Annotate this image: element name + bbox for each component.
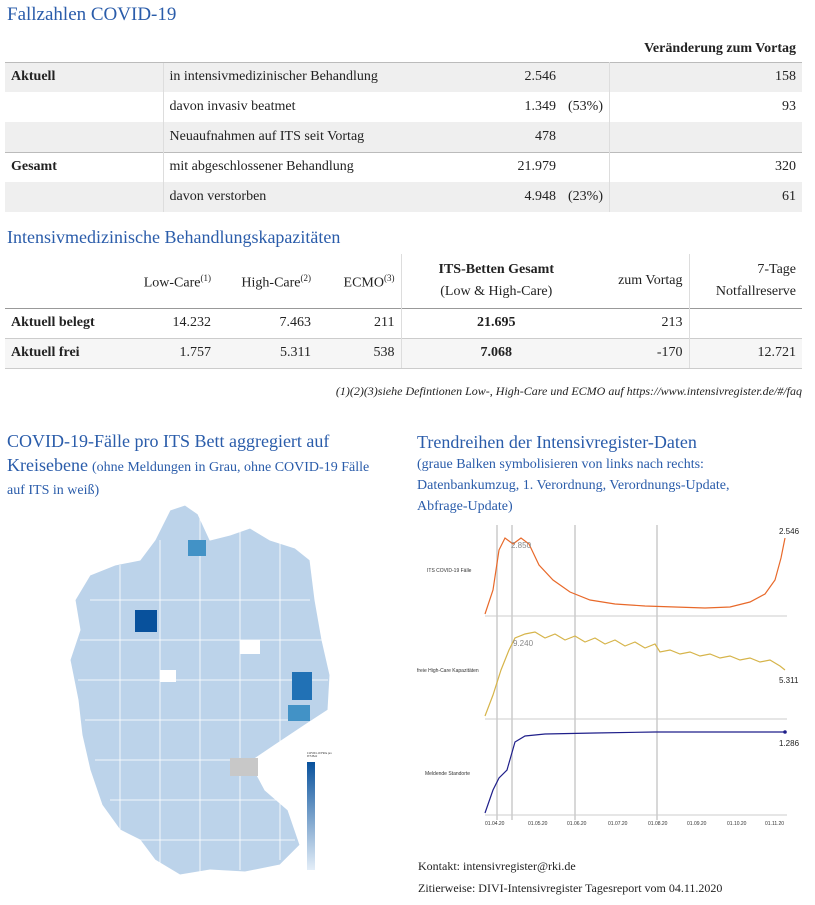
- gray-bars: [496, 525, 658, 820]
- row-group: Aktuell: [5, 61, 163, 92]
- x-tick-label: 01.05.20: [528, 821, 548, 827]
- row-group: [5, 92, 163, 122]
- header-its-total: ITS-Betten Gesamt: [438, 261, 555, 277]
- series-label: Meldende Standorte: [425, 771, 470, 777]
- row-value: 1.349: [524, 99, 557, 114]
- row-percent: [562, 151, 610, 182]
- x-tick-label: 01.07.20: [608, 821, 628, 827]
- trend-title-block: Trendreihen der Intensivregister-Daten (…: [417, 430, 777, 517]
- trend-subtitle: (graue Balken symbolisieren von links na…: [417, 457, 730, 514]
- line-reporting-sites: [484, 731, 785, 814]
- contact-block: Kontakt: intensivregister@rki.de Zitierw…: [418, 855, 722, 899]
- row-change: 61: [609, 182, 802, 212]
- case-numbers-table: Veränderung zum Vortag Aktuell in intens…: [5, 36, 802, 212]
- map-region-dark: [135, 610, 157, 632]
- row-change: [609, 122, 802, 152]
- trend-charts: ITS COVID-19 Fälle freie High-Care Kapaz…: [417, 525, 800, 827]
- germany-map: [69, 504, 331, 876]
- map-legend-bar: [307, 762, 315, 870]
- header-ecmo: ECMO: [343, 275, 384, 291]
- header-prev-day: zum Vortag: [618, 272, 683, 288]
- table-row: Aktuell in intensivmedizinischer Behandl…: [5, 61, 802, 92]
- row-description: mit abgeschlossener Behandlung: [162, 151, 478, 182]
- table-row: Aktuell belegt 14.232 7.463 211 21.695 2…: [5, 307, 802, 338]
- row-change: 158: [609, 61, 802, 92]
- map-legend: COVID-19 Fälle pro ITS Bett: [307, 752, 332, 870]
- x-axis-ticks: 01.04.20 01.05.20 01.06.20 01.07.20 01.0…: [485, 821, 784, 827]
- row-change: 93: [782, 99, 796, 114]
- row-description: Neuaufnahmen auf ITS seit Vortag: [162, 122, 478, 152]
- map-region-mid: [288, 705, 310, 721]
- x-tick-label: 01.11.20: [765, 821, 784, 827]
- row-value: 21.979: [478, 151, 562, 182]
- map-legend-title: COVID-19 Fälle pro ITS Bett: [307, 751, 332, 758]
- row-group: Gesamt: [5, 151, 163, 182]
- table-row: Aktuell frei 1.757 5.311 538 7.068 -170 …: [5, 337, 802, 369]
- map-region-white: [240, 640, 260, 654]
- capacity-table: Low-Care(1) High-Care(2) ECMO(3) ITS-Bet…: [5, 254, 802, 369]
- trend-title: Trendreihen der Intensivregister-Daten: [417, 432, 697, 452]
- change-header: Veränderung zum Vortag: [644, 40, 796, 56]
- footnote: (1)(2)(3)siehe Defintionen Low-, High-Ca…: [335, 384, 802, 398]
- line-end-point: [783, 730, 787, 734]
- series-label: ITS COVID-19 Fälle: [427, 568, 472, 574]
- table-row: Gesamt mit abgeschlossener Behandlung 21…: [5, 151, 802, 182]
- citation-line: Zitierweise: DIVI-Intensivregister Tages…: [418, 881, 723, 895]
- x-tick-label: 01.06.20: [567, 821, 587, 827]
- annotation-sites-end: 1.286: [779, 739, 800, 748]
- header-high-care: High-Care: [241, 275, 301, 291]
- table-row: Neuaufnahmen auf ITS seit Vortag 478: [5, 122, 802, 152]
- map-region-mid: [188, 540, 206, 556]
- x-tick-label: 01.04.20: [485, 821, 505, 827]
- x-tick-label: 01.09.20: [687, 821, 707, 827]
- section-title-capacities: Intensivmedizinische Behandlungskapazitä…: [7, 227, 341, 247]
- annotation-highcare-end: 5.311: [779, 676, 799, 685]
- series-label: freie High-Care Kapazitäten: [417, 668, 479, 674]
- header-its-total-sub: (Low & High-Care): [440, 283, 553, 299]
- row-description: davon invasiv beatmet: [162, 92, 478, 122]
- table-row: davon verstorben 4.948 (23%) 61: [5, 182, 802, 212]
- row-value: 2.546: [478, 61, 562, 92]
- contact-line: Kontakt: intensivregister@rki.de: [418, 859, 576, 873]
- row-group: [5, 122, 163, 152]
- row-percent: [562, 122, 610, 152]
- header-reserve-2: Notfallreserve: [715, 283, 796, 299]
- annotation-peak: 2.850: [511, 541, 532, 550]
- row-group: [5, 182, 163, 212]
- row-percent: (23%): [562, 182, 610, 212]
- x-tick-label: 01.10.20: [727, 821, 747, 827]
- row-change: 320: [609, 151, 802, 182]
- header-low-care: Low-Care: [143, 275, 201, 291]
- map-title-block: COVID-19-Fälle pro ITS Bett aggregiert a…: [7, 430, 377, 502]
- row-percent: (53%): [562, 92, 610, 122]
- row-description: in intensivmedizinischer Behandlung: [162, 61, 478, 92]
- row-value: 4.948: [478, 182, 562, 212]
- header-reserve-1: 7-Tage: [757, 261, 796, 277]
- section-title-case-numbers: Fallzahlen COVID-19: [7, 4, 177, 25]
- map-region-gray: [230, 758, 258, 776]
- row-description: davon verstorben: [162, 182, 478, 212]
- row-value: 478: [478, 122, 562, 152]
- x-tick-label: 01.08.20: [648, 821, 668, 827]
- annotation-end: 2.546: [779, 527, 800, 536]
- map-region-dark: [292, 672, 312, 700]
- table-row: davon invasiv beatmet 1.349 (53%) 93: [5, 92, 802, 122]
- row-percent: [562, 61, 610, 92]
- annotation-highcare-peak: 9.240: [513, 639, 534, 648]
- map-region-white: [160, 670, 176, 682]
